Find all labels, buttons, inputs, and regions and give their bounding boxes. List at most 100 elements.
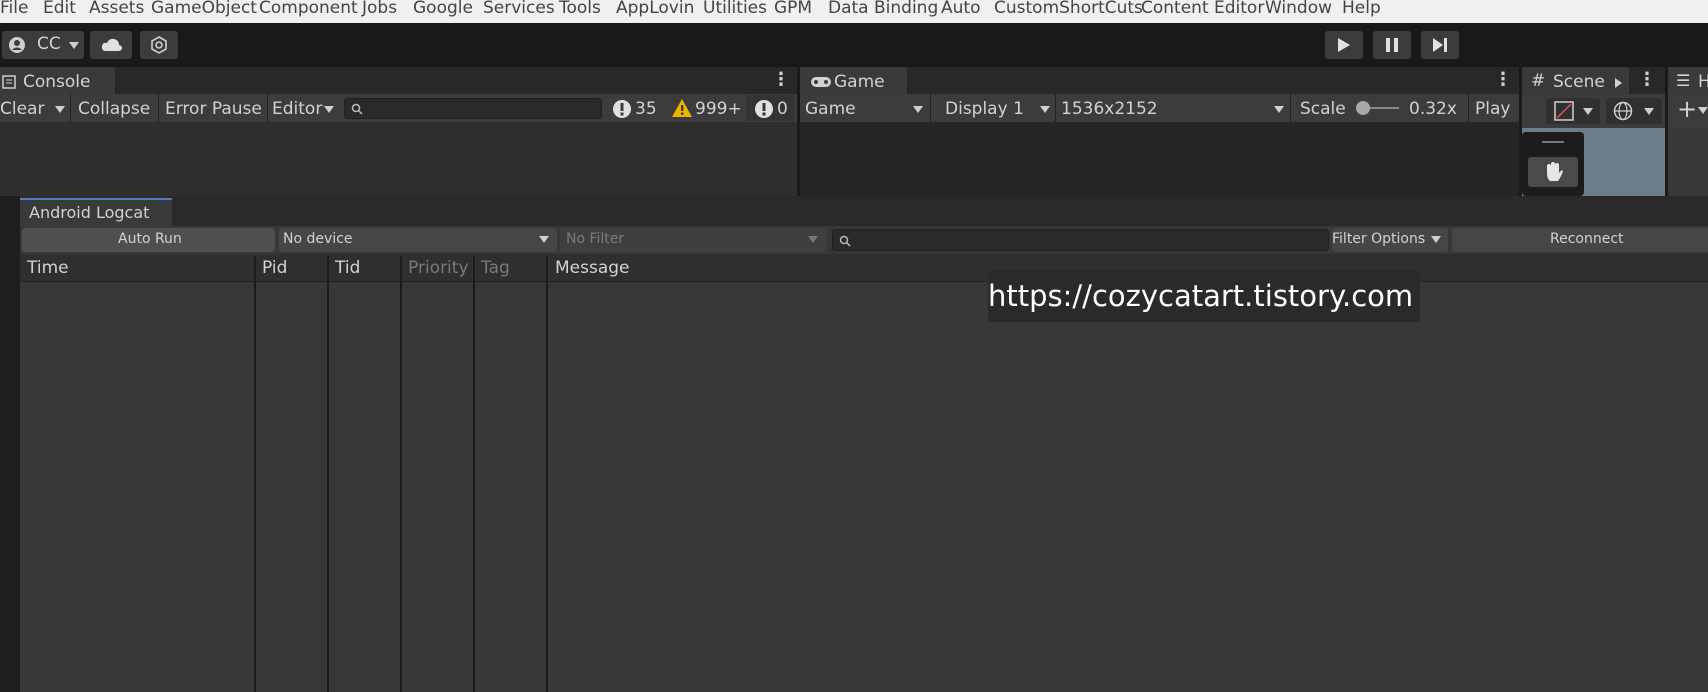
scene-toolbar xyxy=(1522,94,1665,128)
step-button[interactable] xyxy=(1421,31,1459,59)
menu-gameobject[interactable]: GameObject xyxy=(151,0,257,23)
logcat-search-input[interactable] xyxy=(832,229,1329,251)
menu-services[interactable]: Services xyxy=(483,0,555,23)
filter-dropdown[interactable]: No Filter xyxy=(560,228,826,252)
hierarchy-tab-label: H xyxy=(1698,72,1708,92)
column-pid[interactable]: Pid xyxy=(262,258,287,278)
menu-google[interactable]: Google xyxy=(413,0,473,23)
menu-window[interactable]: Window xyxy=(1265,0,1332,23)
error-icon xyxy=(755,100,773,118)
hand-icon xyxy=(1547,162,1563,181)
scale-slider-handle[interactable] xyxy=(1356,101,1370,115)
clear-button[interactable]: Clear xyxy=(0,99,44,119)
cloud-button[interactable] xyxy=(90,31,132,59)
menu-jobs[interactable]: Jobs xyxy=(362,0,397,23)
scene-tab-strip: # Scene ⋮ xyxy=(1522,67,1665,94)
console-search-input[interactable] xyxy=(344,98,602,119)
display-dropdown[interactable]: Display 1 xyxy=(945,99,1024,119)
menu-content-editor[interactable]: Content Editor xyxy=(1141,0,1264,23)
chevron-down-icon xyxy=(1040,106,1050,113)
console-log-area[interactable] xyxy=(0,122,797,196)
column-priority[interactable]: Priority xyxy=(408,258,469,278)
auto-run-button[interactable]: Auto Run xyxy=(22,228,275,252)
collapse-button[interactable]: Collapse xyxy=(78,99,150,119)
pause-icon xyxy=(1386,38,1398,52)
chevron-down-icon xyxy=(1644,108,1654,115)
hierarchy-list-icon: ☰ xyxy=(1676,71,1691,90)
editor-dropdown[interactable]: Editor xyxy=(272,99,322,119)
tab-game[interactable]: Game xyxy=(800,67,907,94)
game-more-icon[interactable]: ⋮ xyxy=(1494,69,1512,90)
add-icon[interactable]: + xyxy=(1677,95,1697,123)
account-label: CC xyxy=(37,34,61,54)
console-more-icon[interactable]: ⋮ xyxy=(772,69,790,90)
divider xyxy=(70,94,71,122)
tab-android-logcat[interactable]: Android Logcat xyxy=(20,198,172,226)
hierarchy-list[interactable] xyxy=(1668,128,1708,196)
hand-tool-button[interactable] xyxy=(1528,157,1578,187)
menu-auto[interactable]: Auto xyxy=(941,0,980,23)
game-view[interactable] xyxy=(800,122,1519,196)
pause-button[interactable] xyxy=(1373,31,1411,59)
game-mode-dropdown[interactable]: Game xyxy=(805,99,856,119)
filter-options-dropdown[interactable]: Filter Options xyxy=(1332,228,1448,252)
column-divider[interactable] xyxy=(254,256,256,692)
device-dropdown[interactable]: No device xyxy=(279,228,557,252)
column-time[interactable]: Time xyxy=(27,258,69,278)
watermark: https://cozycatart.tistory.com xyxy=(988,270,1420,322)
menu-file[interactable]: File xyxy=(0,0,28,23)
error-count-toggle[interactable]: 0 xyxy=(746,95,794,121)
chevron-down-icon xyxy=(324,106,334,113)
menu-assets[interactable]: Assets xyxy=(89,0,144,23)
warning-icon xyxy=(672,99,692,117)
column-divider[interactable] xyxy=(327,256,329,692)
resolution-dropdown[interactable]: 1536x2152 xyxy=(1061,99,1158,119)
column-divider[interactable] xyxy=(546,256,548,692)
chevron-down-icon xyxy=(1431,236,1441,243)
overlay-grip[interactable] xyxy=(1542,141,1564,143)
account-icon xyxy=(9,37,25,53)
menu-help[interactable]: Help xyxy=(1342,0,1381,23)
error-count-label: 0 xyxy=(777,99,788,119)
menu-tools[interactable]: Tools xyxy=(559,0,601,23)
warning-count-toggle[interactable]: 999+ xyxy=(695,99,742,119)
scene-more-icon[interactable]: ⋮ xyxy=(1638,69,1656,90)
console-toolbar: Clear Collapse Error Pause Editor 35 999… xyxy=(0,94,797,122)
info-count-toggle[interactable]: 35 xyxy=(635,99,657,119)
hierarchy-toolbar: + xyxy=(1668,94,1708,128)
menu-edit[interactable]: Edit xyxy=(43,0,76,23)
reconnect-button[interactable]: Reconnect xyxy=(1452,228,1708,252)
column-tag[interactable]: Tag xyxy=(481,258,510,278)
scene-globe-dropdown[interactable] xyxy=(1606,98,1662,124)
column-divider[interactable] xyxy=(473,256,475,692)
clear-options-chevron-icon[interactable] xyxy=(55,106,65,113)
error-pause-button[interactable]: Error Pause xyxy=(165,99,262,119)
menu-data-binding[interactable]: Data Binding xyxy=(828,0,938,23)
search-icon xyxy=(351,103,363,115)
filter-options-label: Filter Options xyxy=(1332,231,1426,247)
column-tid[interactable]: Tid xyxy=(335,258,360,278)
tab-hierarchy[interactable]: ☰ H xyxy=(1668,67,1708,94)
menu-gpm[interactable]: GPM xyxy=(774,0,812,23)
gizmo-draw-mode-dropdown[interactable] xyxy=(1546,98,1600,124)
column-message[interactable]: Message xyxy=(555,258,630,278)
collab-button[interactable] xyxy=(140,31,178,59)
play-mode-dropdown[interactable]: Play xyxy=(1475,99,1510,119)
play-button[interactable] xyxy=(1325,31,1363,59)
logcat-toolbar: Auto Run No device No Filter Filter Opti… xyxy=(20,226,1708,254)
game-toolbar: Game Display 1 1536x2152 Scale 0.32x Pla… xyxy=(800,94,1519,122)
console-tab-strip: Console ⋮ xyxy=(0,67,797,94)
menu-utilities[interactable]: Utilities xyxy=(703,0,767,23)
cloud-icon xyxy=(101,38,123,51)
menu-customshortcuts[interactable]: CustomShortCuts xyxy=(994,0,1143,23)
column-divider[interactable] xyxy=(400,256,402,692)
tab-scene[interactable]: # Scene xyxy=(1522,67,1629,94)
menu-component[interactable]: Component xyxy=(259,0,358,23)
divider xyxy=(1055,94,1056,122)
tab-console[interactable]: Console xyxy=(0,67,115,94)
play-icon xyxy=(1338,38,1350,52)
account-dropdown[interactable]: CC xyxy=(2,31,84,59)
game-tab-label: Game xyxy=(834,72,885,92)
scale-value: 0.32x xyxy=(1409,99,1457,119)
menu-applovin[interactable]: AppLovin xyxy=(616,0,694,23)
